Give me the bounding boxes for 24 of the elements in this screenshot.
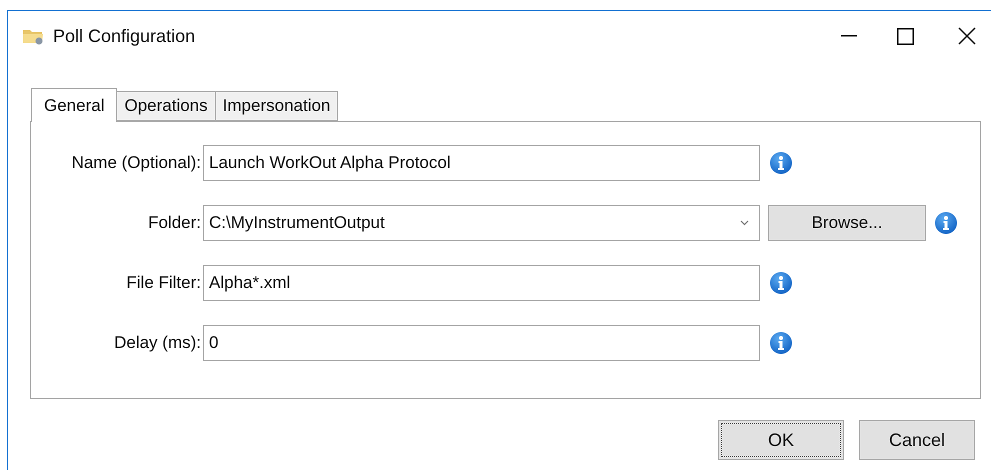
field-label: Name (Optional): [70, 152, 202, 174]
input-field[interactable]: 0 [203, 325, 760, 361]
input-field[interactable]: Launch WorkOut Alpha Protocol [203, 145, 760, 181]
input-field[interactable]: Alpha*.xml [203, 265, 760, 301]
info-icon[interactable] [769, 331, 793, 355]
field-label: File Filter: [125, 272, 202, 294]
field-label: Delay (ms): [113, 332, 202, 354]
minimize-icon[interactable] [841, 35, 857, 37]
field-label: Folder: [147, 212, 202, 234]
info-icon[interactable] [769, 151, 793, 175]
browse-button[interactable]: Browse... [768, 205, 926, 241]
tab[interactable]: General [31, 88, 118, 122]
window-title: Poll Configuration [53, 24, 196, 48]
tab[interactable]: Operations [116, 91, 216, 121]
folder-icon [22, 27, 44, 45]
ok-button[interactable]: OK [718, 420, 844, 460]
folder-combobox[interactable]: C:\MyInstrumentOutput [203, 205, 760, 241]
cancel-button[interactable]: Cancel [859, 420, 975, 460]
info-icon[interactable] [769, 271, 793, 295]
tab[interactable]: Impersonation [214, 91, 338, 121]
chevron-down-icon [740, 220, 749, 226]
info-icon[interactable] [934, 211, 958, 235]
maximize-icon[interactable] [897, 28, 914, 44]
close-icon[interactable] [958, 27, 976, 45]
